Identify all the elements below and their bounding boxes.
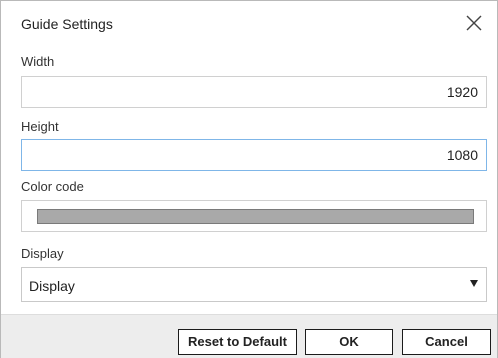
dropdown-arrow-icon — [470, 280, 478, 287]
cancel-button[interactable]: Cancel — [402, 329, 491, 355]
width-label: Width — [21, 54, 55, 69]
close-icon — [466, 15, 482, 31]
display-select[interactable]: Display — [21, 267, 487, 302]
color-code-label: Color code — [21, 179, 84, 194]
width-input[interactable] — [21, 76, 487, 108]
dialog-footer: Reset to Default OK Cancel — [1, 314, 497, 358]
height-input[interactable] — [21, 139, 487, 171]
height-label: Height — [21, 119, 59, 134]
display-label: Display — [21, 246, 64, 261]
dialog-title: Guide Settings — [21, 16, 113, 32]
reset-to-default-button[interactable]: Reset to Default — [178, 329, 297, 355]
display-select-value: Display — [29, 278, 75, 294]
color-swatch — [37, 209, 474, 224]
color-code-picker[interactable] — [21, 200, 487, 232]
guide-settings-dialog: Guide Settings Width Height Color code D… — [0, 0, 498, 358]
close-button[interactable] — [461, 10, 487, 36]
dialog-titlebar: Guide Settings — [1, 1, 497, 45]
ok-button[interactable]: OK — [305, 329, 393, 355]
